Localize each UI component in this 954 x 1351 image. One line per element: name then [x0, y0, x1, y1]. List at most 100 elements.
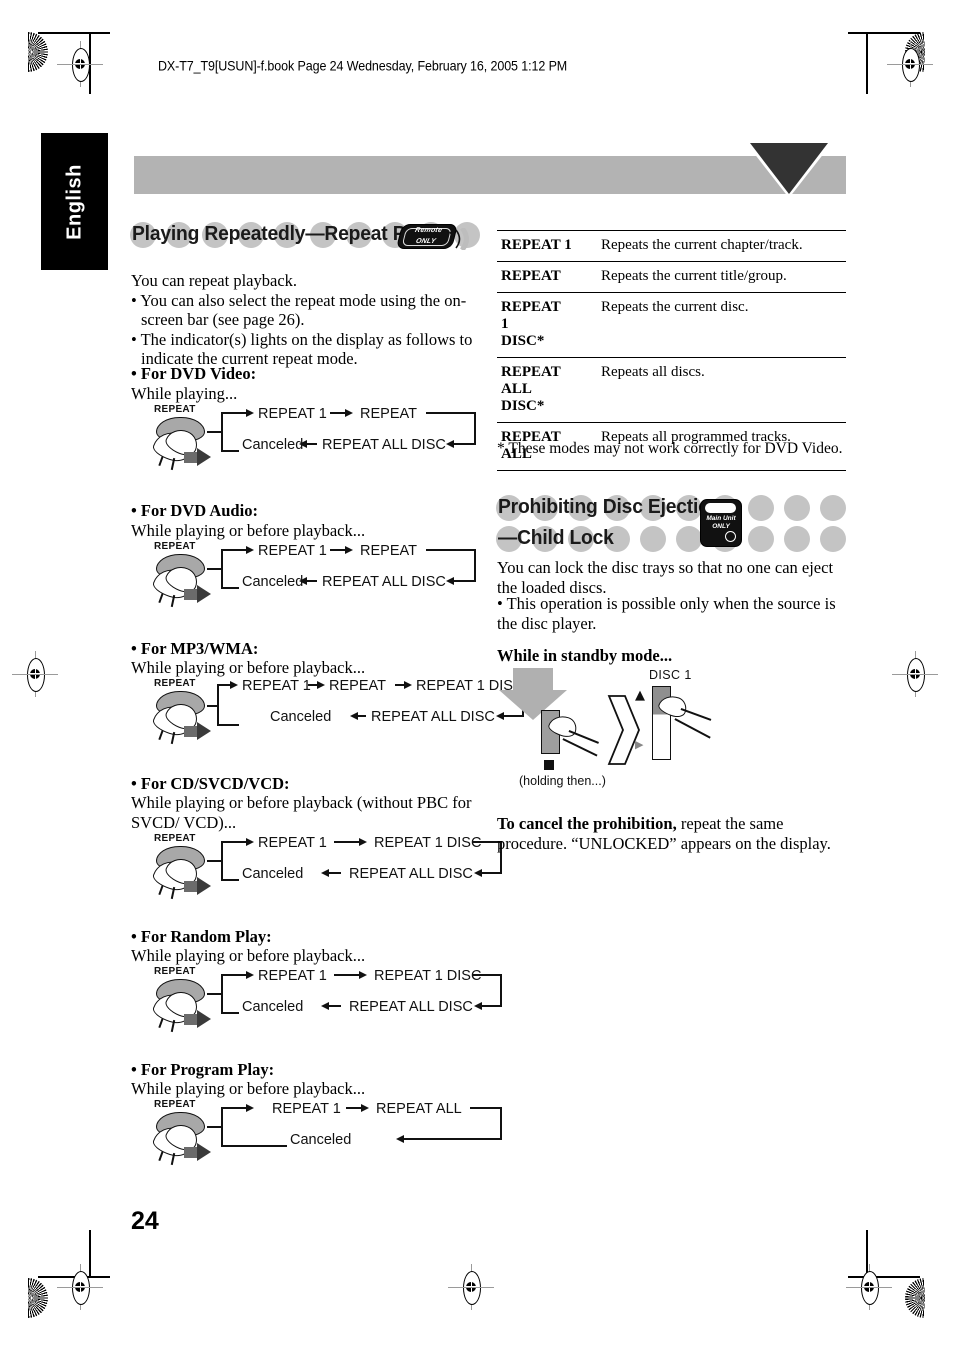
table-row: REPEAT Repeats the current title/group.	[497, 261, 846, 293]
main-unit-badge-line1: Main Unit	[706, 515, 736, 522]
press-arrow-icon	[197, 448, 211, 466]
subsection-title-mp3-wma: • For MP3/WMA:	[131, 639, 259, 658]
page-number: 24	[131, 1207, 159, 1235]
flow-label-cd-2: REPEAT 1 DISC	[374, 835, 482, 851]
header-banner-triangle-dark	[750, 143, 828, 194]
registration-mark-mid-left	[12, 651, 58, 697]
main-unit-badge-line2: ONLY	[712, 523, 730, 530]
subsection-title-dvd-video: • For DVD Video:	[131, 364, 257, 383]
section-heading-child-lock-line2: —Child Lock	[498, 526, 614, 549]
table-cell-desc: Repeats the current disc.	[601, 292, 846, 358]
crop-line-top-left-h	[38, 32, 110, 34]
flow-label-dvd-audio-1: REPEAT 1	[258, 543, 327, 559]
finger-line-icon	[158, 729, 164, 741]
subsection-condition-mp3-wma: While playing or before playback...	[131, 658, 366, 677]
badge-display-icon	[705, 503, 736, 513]
flow-label-program-2: REPEAT ALL	[376, 1101, 462, 1117]
flow-label-program-1: REPEAT 1	[272, 1101, 341, 1117]
subsection-condition-dvd-audio: While playing or before playback...	[131, 521, 366, 540]
flow-diagram-dvd-audio: REPEAT REPEAT 1 REPEAT REPEAT ALL DISC C…	[150, 541, 480, 613]
crop-line-top-right-h	[848, 32, 920, 34]
flow-label-mp3-5: REPEAT ALL DISC	[371, 709, 495, 725]
subsection-title-cd-svcd-vcd: • For CD/SVCD/VCD:	[131, 774, 290, 793]
table-cell-mode: REPEAT ALL DISC*	[497, 357, 601, 423]
press-arrow-icon	[197, 1010, 211, 1028]
repeat-button-label-5: REPEAT	[154, 966, 196, 977]
finger-line-icon	[158, 1017, 164, 1029]
press-arrow-icon	[197, 585, 211, 603]
flow-label-mp3-2: REPEAT	[329, 678, 386, 694]
repeat-button-label-6: REPEAT	[154, 1099, 196, 1110]
flow-label-program-3: Canceled	[290, 1132, 352, 1148]
flow-label-random-2: REPEAT 1 DISC	[374, 968, 482, 984]
flow-diagram-program-play: REPEAT REPEAT 1 REPEAT ALL Canceled	[150, 1099, 502, 1171]
flow-label-dvd-video-1: REPEAT 1	[258, 406, 327, 422]
flow-label-mp3-4: Canceled	[270, 709, 332, 725]
language-tab-label: English	[63, 163, 85, 240]
repeat-button-label-3: REPEAT	[154, 678, 196, 689]
flow-label-dvd-audio-3: Canceled	[242, 574, 304, 590]
flow-label-random-1: REPEAT 1	[258, 968, 327, 984]
finger-line-icon	[158, 1150, 164, 1162]
table-row: REPEAT ALL DISC* Repeats all discs.	[497, 357, 846, 423]
stop-square-icon	[544, 760, 554, 770]
remote-badge-line1: Remote	[414, 227, 443, 234]
table-cell-desc: Repeats the current chapter/track.	[601, 230, 846, 262]
repeat-intro-text: You can repeat playback. • You can also …	[131, 271, 483, 369]
flow-diagram-dvd-video: REPEAT REPEAT 1 REPEAT REPEAT ALL DISC C…	[150, 404, 480, 476]
table-cell-mode: REPEAT 1 DISC*	[497, 292, 601, 358]
flow-label-mp3-1: REPEAT 1	[242, 678, 311, 694]
repeat-button-label-4: REPEAT	[154, 833, 196, 844]
file-header-line: DX-T7_T9[USUN]-f.book Page 24 Wednesday,…	[158, 58, 568, 74]
flow-label-dvd-audio-2: REPEAT	[360, 543, 417, 559]
flow-label-random-3: Canceled	[242, 999, 304, 1015]
subsection-condition-dvd-video: While playing...	[131, 384, 238, 403]
subsection-title-random-play: • For Random Play:	[131, 927, 272, 946]
table-cell-desc: Repeats all discs.	[601, 357, 846, 423]
table-cell-mode: REPEAT	[497, 261, 601, 293]
table-row: REPEAT 1 Repeats the current chapter/tra…	[497, 230, 846, 262]
repeat-bullet-1: • You can also select the repeat mode us…	[131, 290, 467, 330]
child-lock-illustration: (holding then...) DISC 1 ▲ ▶	[497, 668, 757, 793]
repeat-intro-line: You can repeat playback.	[131, 271, 298, 290]
repeat-mode-table: REPEAT 1 Repeats the current chapter/tra…	[497, 230, 846, 471]
press-arrow-icon	[197, 877, 211, 895]
table-footnote: * These modes may not work correctly for…	[497, 440, 843, 457]
table-cell-mode: REPEAT 1	[497, 230, 601, 262]
rosette-mark-bottom-left	[28, 1278, 48, 1318]
remote-badge-line2: ONLY	[415, 237, 437, 245]
flow-diagram-random-play: REPEAT REPEAT 1 REPEAT 1 DISC REPEAT ALL…	[150, 966, 502, 1038]
remote-signal-waves-icon	[446, 226, 472, 254]
flow-label-cd-1: REPEAT 1	[258, 835, 327, 851]
down-arrow-stem-icon	[513, 668, 553, 690]
flow-label-random-4: REPEAT ALL DISC	[349, 999, 473, 1015]
holding-then-caption: (holding then...)	[519, 774, 606, 788]
play-triangle-icon: ▶	[635, 738, 644, 751]
crop-line-top-right-v	[866, 32, 868, 94]
eject-triangle-icon: ▲	[635, 688, 645, 703]
section-heading-repeat-play: Playing Repeatedly—Repeat Play	[132, 222, 432, 245]
main-unit-only-badge: Main Unit ONLY	[700, 499, 742, 547]
press-arrow-icon	[197, 722, 211, 740]
subsection-title-dvd-audio: • For DVD Audio:	[131, 501, 258, 520]
subsection-condition-program-play: While playing or before playback...	[131, 1079, 366, 1098]
registration-mark-bottom-right	[846, 1264, 892, 1310]
badge-knob-icon	[725, 531, 736, 542]
rosette-mark-bottom-right	[905, 1278, 925, 1318]
language-tab: English	[41, 133, 108, 270]
registration-mark-top-left	[57, 41, 103, 87]
flow-diagram-mp3-wma: REPEAT REPEAT 1 REPEAT REPEAT 1 DISC REP…	[150, 678, 524, 750]
registration-mark-top-right	[887, 41, 933, 87]
repeat-button-label-2: REPEAT	[154, 541, 196, 552]
cancel-prohibition-bold: To cancel the prohibition,	[497, 814, 677, 833]
flow-label-dvd-video-4: REPEAT ALL DISC	[322, 437, 446, 453]
flow-label-cd-4: REPEAT ALL DISC	[349, 866, 473, 882]
section-heading-child-lock-line1: Prohibiting Disc Ejection	[498, 495, 722, 518]
child-lock-bullet: • This operation is possible only when t…	[497, 594, 836, 633]
subsection-condition-cd-svcd-vcd: While playing or before playback (withou…	[131, 793, 472, 832]
repeat-button-label-1: REPEAT	[154, 404, 196, 415]
registration-mark-bottom-center	[448, 1264, 494, 1310]
disc-1-label: DISC 1	[649, 668, 692, 682]
subsection-title-program-play: • For Program Play:	[131, 1060, 275, 1079]
registration-mark-mid-right	[892, 651, 938, 697]
